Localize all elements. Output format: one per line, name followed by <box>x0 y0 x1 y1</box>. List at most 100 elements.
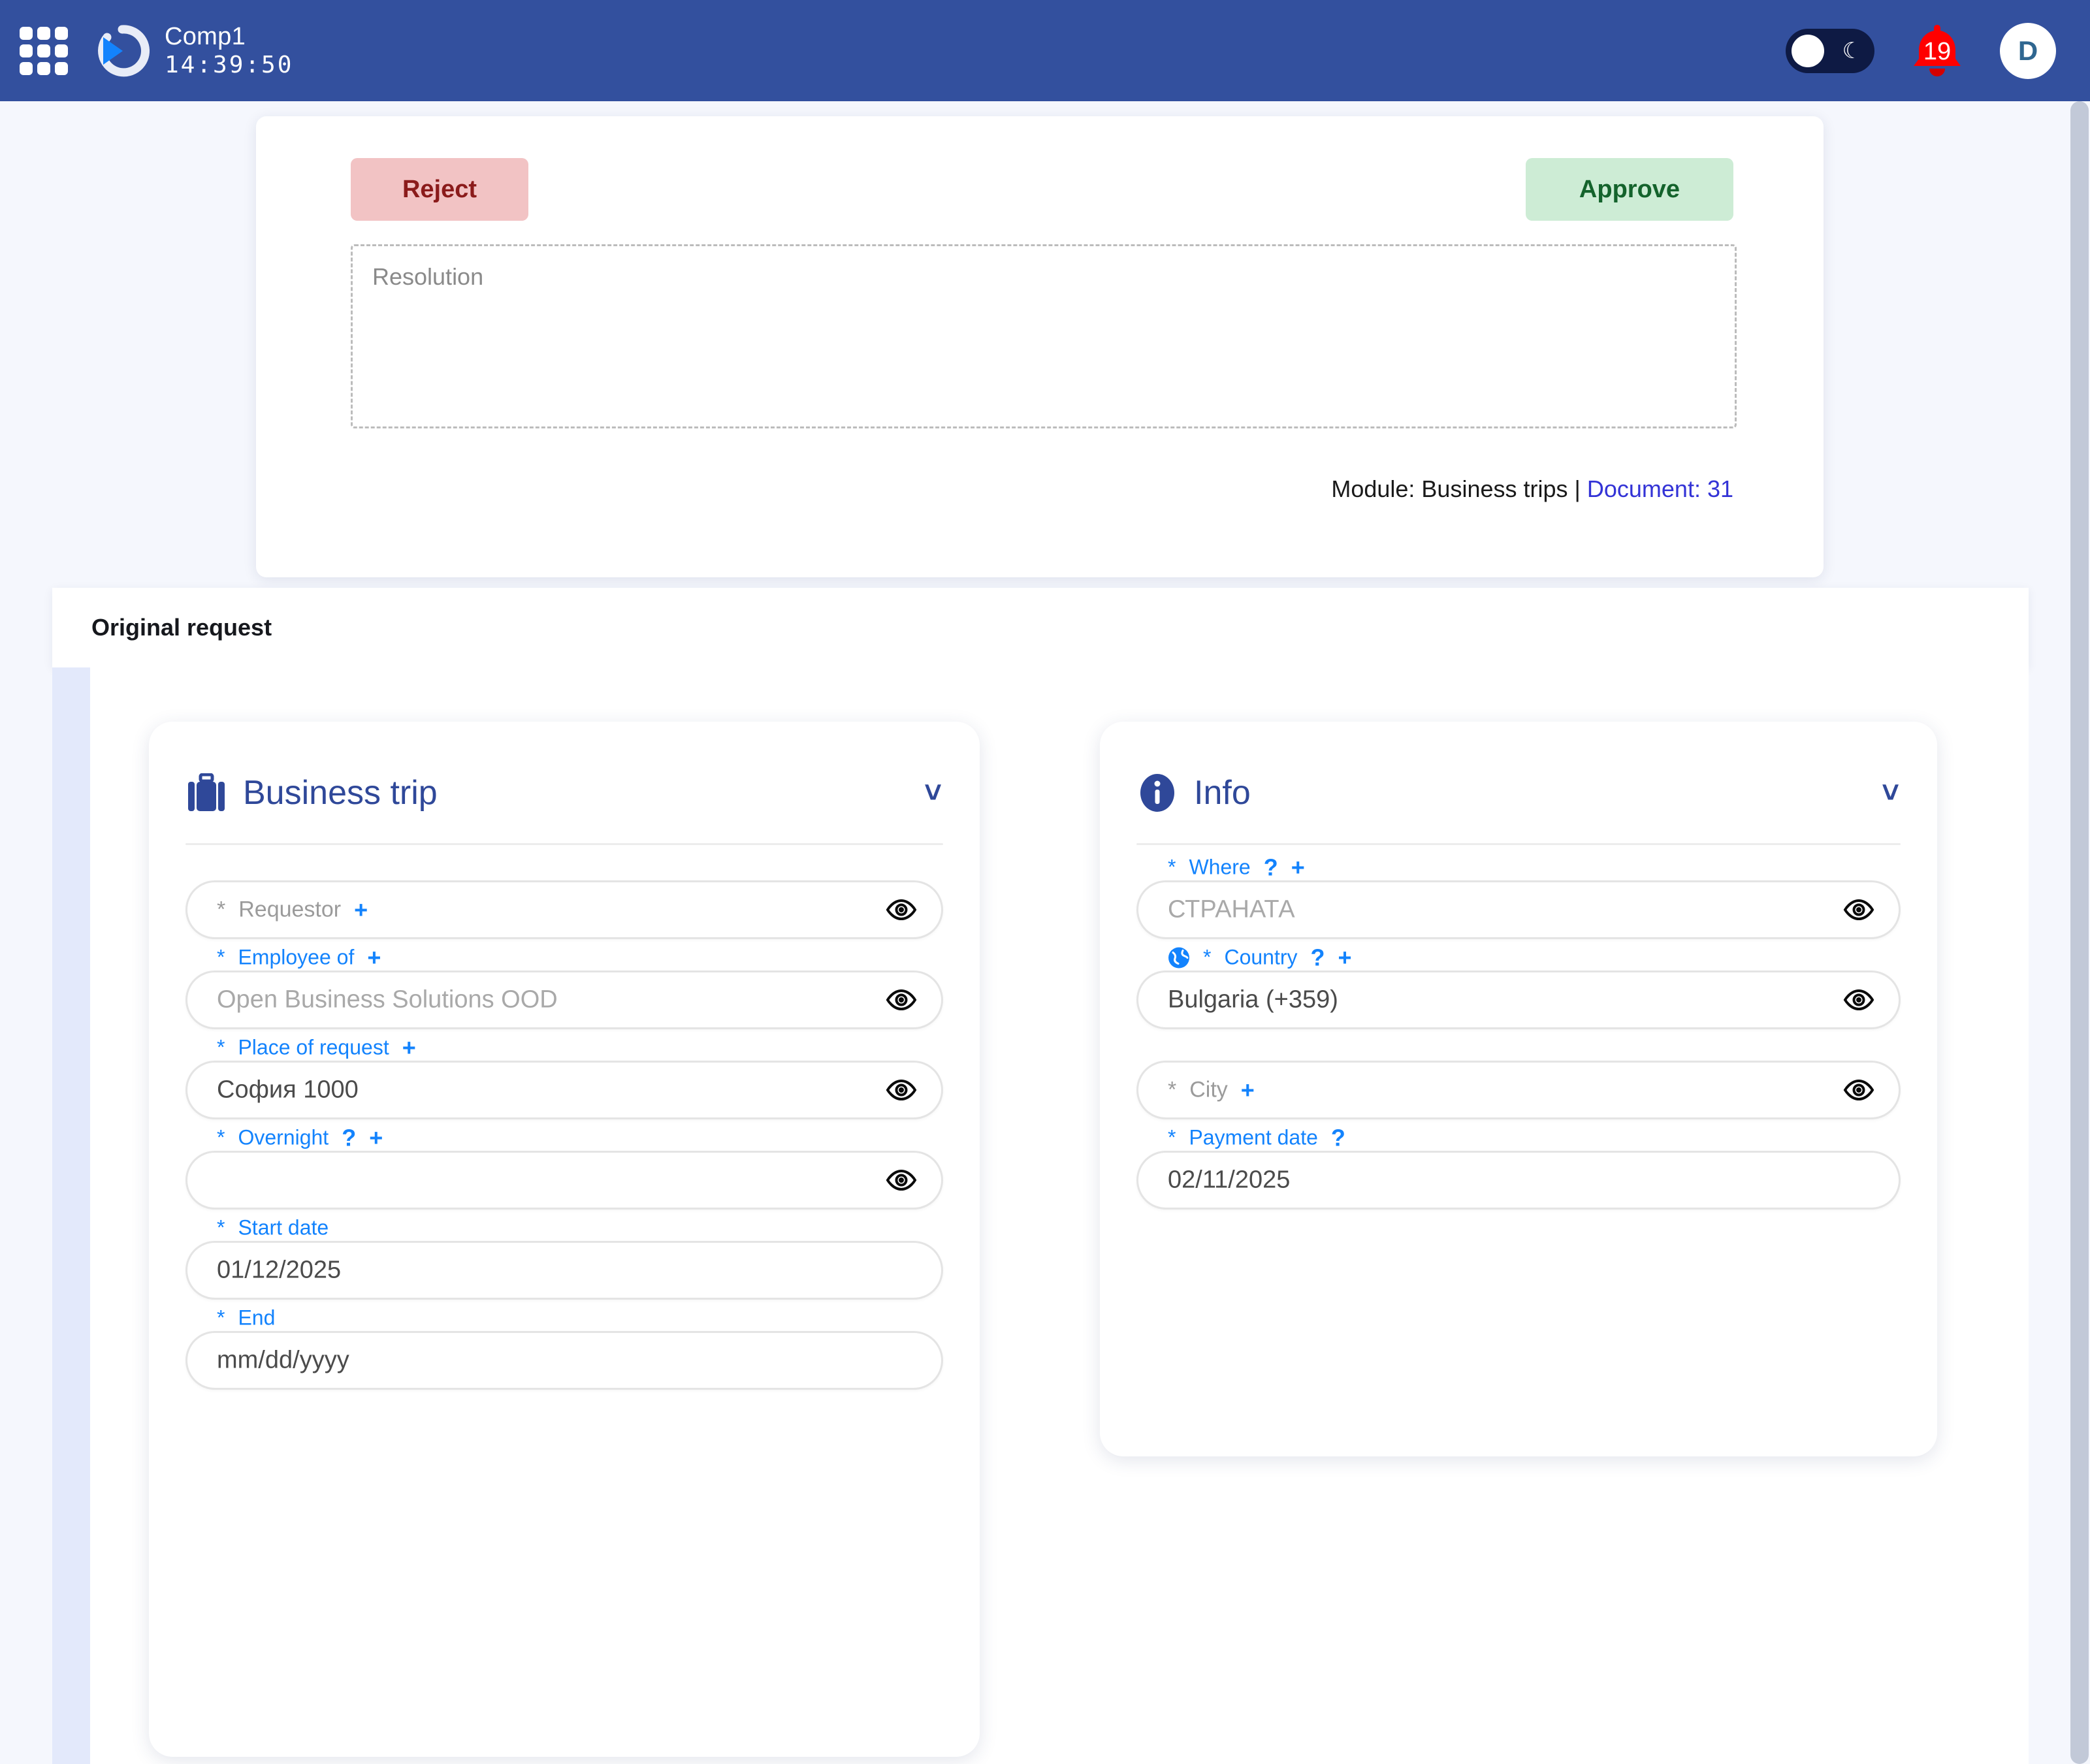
required-star: * <box>217 897 226 922</box>
field-payment-date: * Payment date? 02/11/2025 <box>1136 1125 1901 1210</box>
eye-icon[interactable] <box>1843 989 1874 1011</box>
grid-cell <box>20 26 33 40</box>
label-text: End <box>238 1306 276 1330</box>
required-star: * <box>217 1035 225 1059</box>
resolution-card: Reject Approve Module: Business trips | … <box>256 116 1824 577</box>
add-plus-icon[interactable]: + <box>1241 1078 1255 1102</box>
moon-icon: ☾ <box>1842 38 1862 63</box>
grid-cell <box>20 44 33 57</box>
label-text: Country <box>1224 945 1298 969</box>
field-city: * City + <box>1136 1048 1901 1119</box>
label-text: Place of request <box>238 1035 389 1059</box>
required-star: * <box>1168 855 1176 879</box>
label-end-date: * End <box>210 1306 282 1330</box>
value-where: СТРАНАТА <box>1168 895 1295 923</box>
business-trip-card-title: Business trip <box>243 774 438 812</box>
help-question-icon[interactable]: ? <box>342 1126 356 1149</box>
label-text: Employee of <box>238 945 355 969</box>
label-requestor: * Requestor + <box>217 897 368 923</box>
help-question-icon[interactable]: ? <box>1331 1126 1345 1149</box>
notifications-bell-button[interactable]: 19 <box>1905 18 1970 84</box>
field-country: * Country? + Bulgaria (+359) <box>1136 945 1901 1029</box>
label-city: * City + <box>1168 1078 1255 1103</box>
top-navigation-bar: Comp1 14:39:50 ☾ 19 D <box>0 0 2090 101</box>
resolution-textarea[interactable] <box>351 244 1737 428</box>
label-country: * Country? + <box>1161 945 1358 970</box>
document-meta-line: Module: Business trips | Document: 31 <box>1331 475 1733 503</box>
label-where: * Where? + <box>1161 855 1311 880</box>
clock-display: 14:39:50 <box>165 52 294 78</box>
label-overnight: * Overnight? + <box>210 1125 390 1150</box>
grid-cell <box>55 61 68 75</box>
info-fields: * Where? + СТРАНАТА * Country? + Bulgaria (+359… <box>1100 845 1937 1210</box>
eye-icon[interactable] <box>886 989 917 1011</box>
info-card: Info ˅ * Where? + СТРАНАТА * Country? + Bulgari… <box>1100 722 1937 1456</box>
input-overnight[interactable] <box>185 1151 943 1210</box>
required-star: * <box>1203 945 1212 969</box>
required-star: * <box>217 1125 225 1149</box>
field-employee-of: * Employee of + Open Business Solutions OOD <box>185 945 943 1029</box>
scrollbar-thumb[interactable] <box>2070 101 2089 1764</box>
info-circle-icon <box>1138 772 1177 814</box>
add-plus-icon[interactable]: + <box>367 946 381 969</box>
business-trip-card: Business trip ˅ * Requestor + * Employee of +… <box>149 722 980 1757</box>
field-place-of-request: * Place of request + София 1000 <box>185 1035 943 1119</box>
grid-cell <box>37 26 50 40</box>
dark-mode-toggle[interactable]: ☾ <box>1786 28 1874 73</box>
label-text: Where <box>1189 855 1251 879</box>
label-start-date: * Start date <box>210 1215 336 1240</box>
chevron-down-icon[interactable]: ˅ <box>924 778 942 807</box>
page-scrollbar[interactable] <box>2069 101 2090 1764</box>
value-employee-of: Open Business Solutions OOD <box>217 986 558 1014</box>
required-star: * <box>217 1215 225 1240</box>
notification-count-badge: 19 <box>1923 37 1952 65</box>
user-avatar[interactable]: D <box>2000 22 2056 79</box>
add-plus-icon[interactable]: + <box>402 1036 416 1059</box>
business-trip-fields: * Requestor + * Employee of + Open Business So… <box>149 845 980 1390</box>
document-link[interactable]: Document: 31 <box>1587 475 1733 502</box>
eye-icon[interactable] <box>886 1169 917 1191</box>
eye-icon[interactable] <box>886 1079 917 1101</box>
add-plus-icon[interactable]: + <box>369 1126 383 1149</box>
value-country: Bulgaria (+359) <box>1168 986 1338 1014</box>
brand-logo-icon[interactable] <box>94 23 150 79</box>
add-plus-icon[interactable]: + <box>1338 946 1352 969</box>
brand-title-block: Comp1 14:39:50 <box>165 24 293 77</box>
eye-icon[interactable] <box>886 899 917 921</box>
required-star: * <box>217 945 225 969</box>
briefcase-icon <box>187 772 226 814</box>
help-question-icon[interactable]: ? <box>1311 946 1325 969</box>
field-where: * Where? + СТРАНАТА <box>1136 855 1901 939</box>
info-card-header[interactable]: Info ˅ <box>1100 722 1937 820</box>
approve-button[interactable]: Approve <box>1526 158 1733 221</box>
add-plus-icon[interactable]: + <box>354 898 368 922</box>
business-trip-card-header[interactable]: Business trip ˅ <box>149 722 980 820</box>
eye-icon[interactable] <box>1843 899 1874 921</box>
value-place-of-request: София 1000 <box>217 1076 359 1104</box>
field-end-date: * End mm/dd/yyyy <box>185 1306 943 1390</box>
required-star: * <box>217 1306 225 1330</box>
chevron-down-icon[interactable]: ˅ <box>1882 778 1899 807</box>
app-name: Comp1 <box>165 23 246 50</box>
value-start-date: 01/12/2025 <box>217 1256 342 1284</box>
module-label: Module: Business trips | <box>1331 475 1581 502</box>
info-card-title: Info <box>1194 774 1251 812</box>
help-question-icon[interactable]: ? <box>1264 856 1278 879</box>
grid-cell <box>20 61 33 75</box>
value-payment-date: 02/11/2025 <box>1168 1166 1291 1194</box>
eye-icon[interactable] <box>1843 1079 1874 1101</box>
field-overnight: * Overnight? + <box>185 1125 943 1210</box>
label-text: Overnight <box>238 1125 329 1149</box>
field-start-date: * Start date 01/12/2025 <box>185 1215 943 1300</box>
grid-cell <box>37 44 50 57</box>
app-grid-icon[interactable] <box>20 26 68 75</box>
label-text: Requestor <box>238 897 342 922</box>
original-request-title: Original request <box>91 614 272 641</box>
label-employee-of: * Employee of + <box>210 945 388 970</box>
add-plus-icon[interactable]: + <box>1291 856 1305 879</box>
globe-icon <box>1168 946 1190 969</box>
reject-button[interactable]: Reject <box>351 158 528 221</box>
label-text: City <box>1189 1077 1228 1102</box>
label-text: Start date <box>238 1215 329 1240</box>
required-star: * <box>1168 1077 1177 1102</box>
